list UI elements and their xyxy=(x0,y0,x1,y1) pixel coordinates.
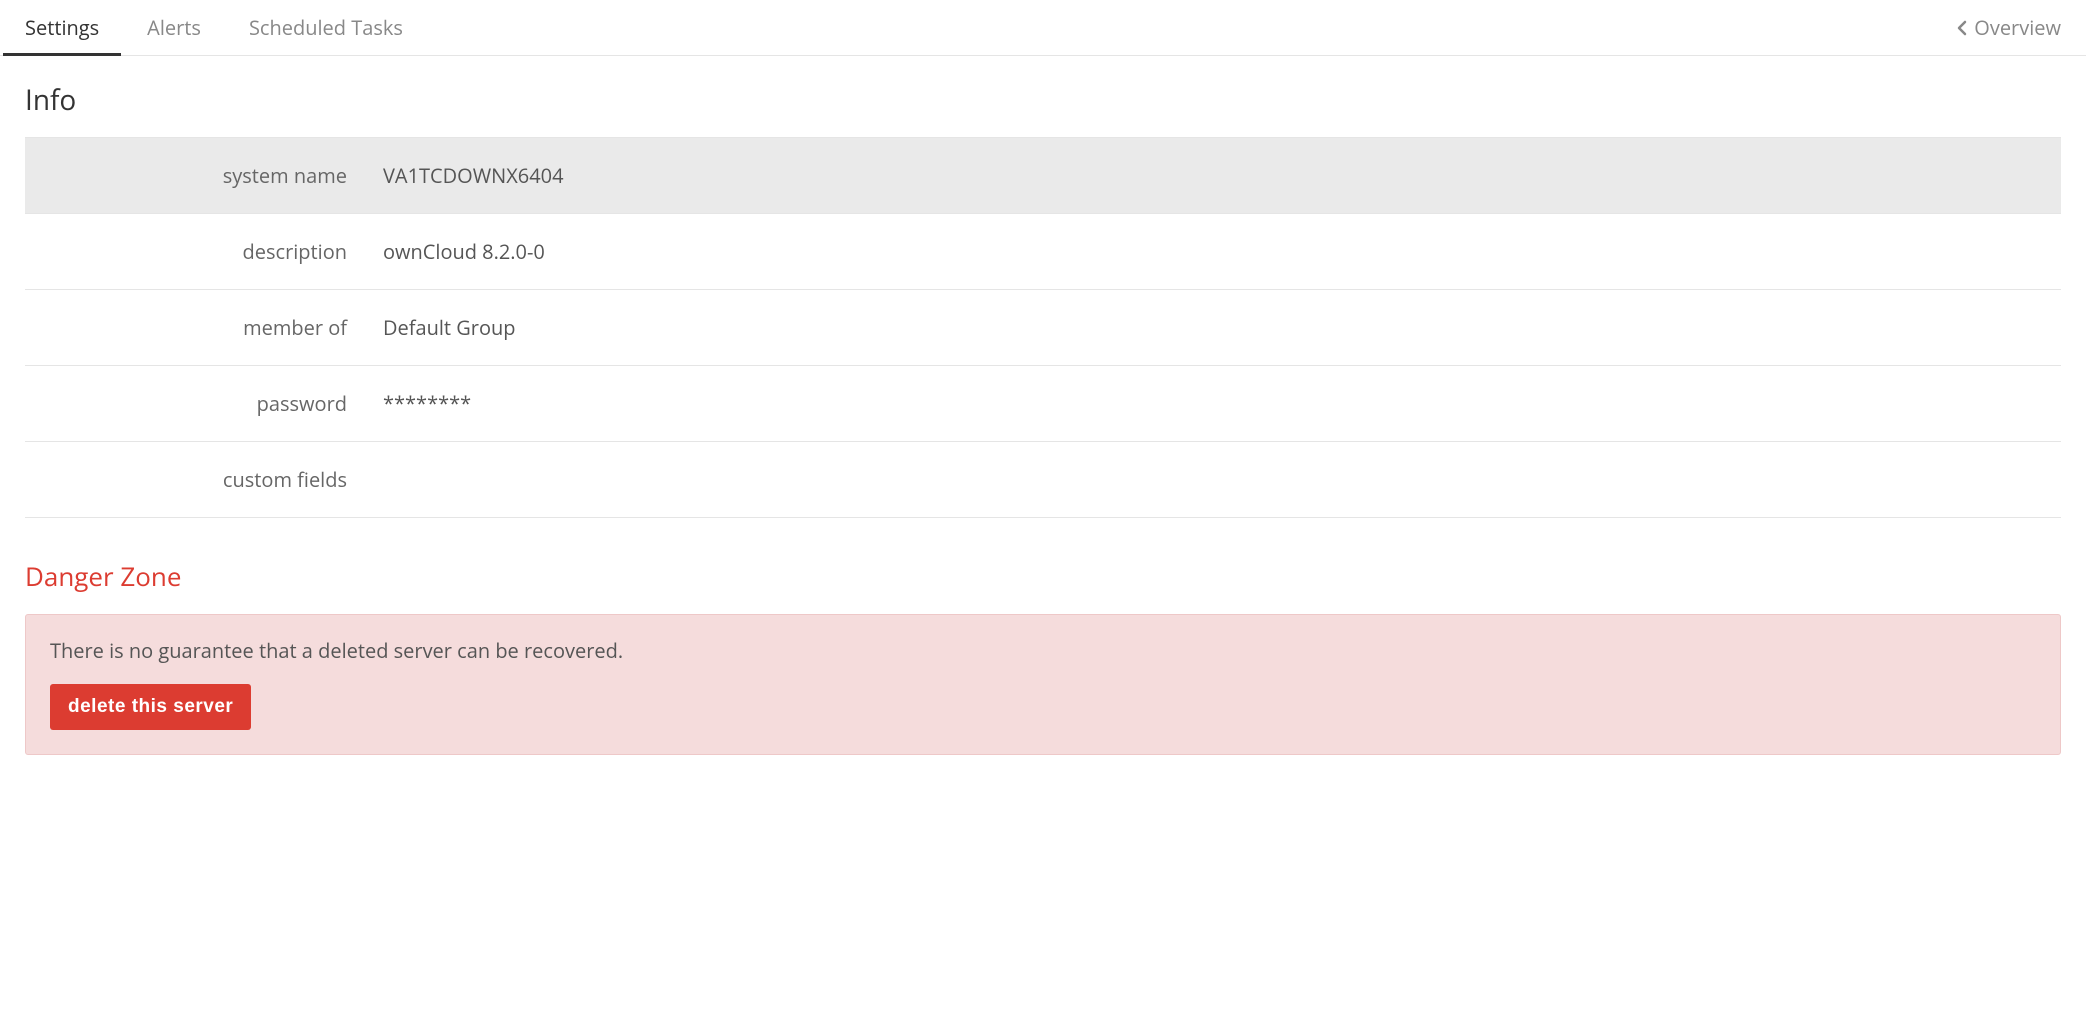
danger-zone-heading: Danger Zone xyxy=(25,558,2061,594)
tabs-bar: Settings Alerts Scheduled Tasks Overview xyxy=(0,0,2086,56)
delete-server-button[interactable]: delete this server xyxy=(50,684,251,730)
info-row-description: description ownCloud 8.2.0-0 xyxy=(25,214,2061,290)
tab-settings[interactable]: Settings xyxy=(25,0,99,55)
info-row-custom-fields: custom fields xyxy=(25,442,2061,518)
info-table: system name VA1TCDOWNX6404 description o… xyxy=(25,137,2061,518)
danger-zone-box: There is no guarantee that a deleted ser… xyxy=(25,614,2061,755)
info-value: ******** xyxy=(365,366,2061,442)
info-value: VA1TCDOWNX6404 xyxy=(365,138,2061,214)
overview-label: Overview xyxy=(1974,14,2061,41)
tab-scheduled-tasks[interactable]: Scheduled Tasks xyxy=(249,0,403,55)
info-label: password xyxy=(25,366,365,442)
info-value xyxy=(365,442,2061,518)
info-row-member-of: member of Default Group xyxy=(25,290,2061,366)
content-area: Info system name VA1TCDOWNX6404 descript… xyxy=(0,56,2086,780)
info-label: member of xyxy=(25,290,365,366)
info-row-password: password ******** xyxy=(25,366,2061,442)
danger-warning-text: There is no guarantee that a deleted ser… xyxy=(50,637,2036,664)
info-label: description xyxy=(25,214,365,290)
info-heading: Info xyxy=(25,81,2061,119)
info-label: custom fields xyxy=(25,442,365,518)
info-value: Default Group xyxy=(365,290,2061,366)
info-value: ownCloud 8.2.0-0 xyxy=(365,214,2061,290)
tab-alerts[interactable]: Alerts xyxy=(147,0,201,55)
chevron-left-icon xyxy=(1957,20,1968,36)
info-label: system name xyxy=(25,138,365,214)
overview-link[interactable]: Overview xyxy=(1957,0,2061,55)
info-row-system-name: system name VA1TCDOWNX6404 xyxy=(25,138,2061,214)
